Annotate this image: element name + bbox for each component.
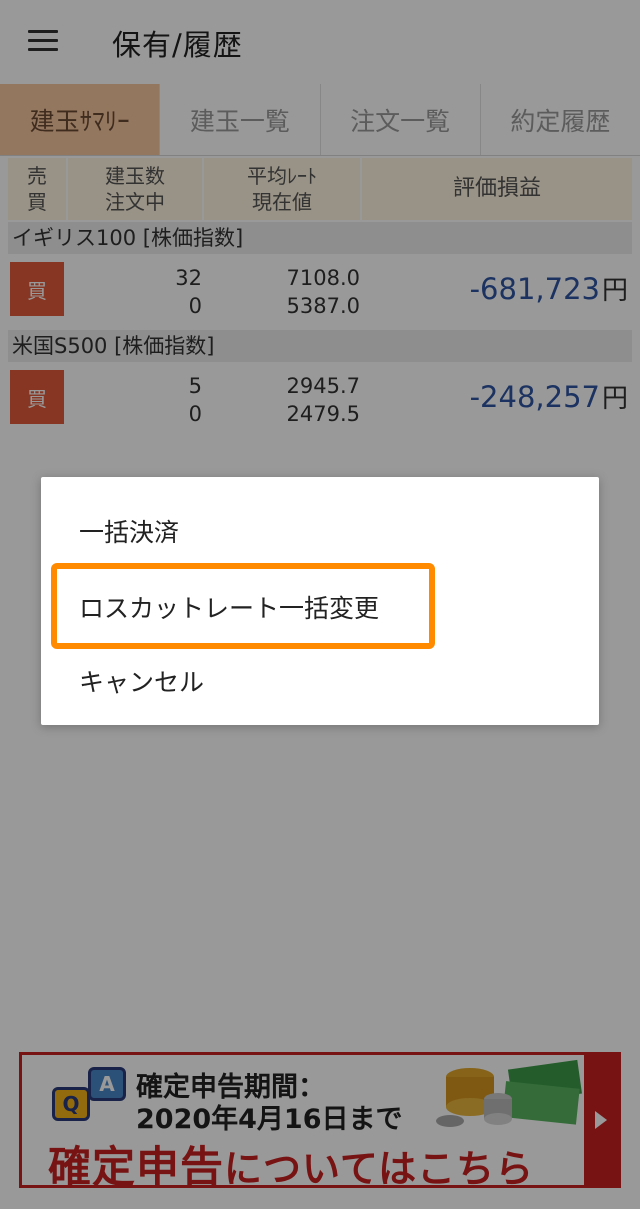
cancel-option[interactable]: キャンセル — [79, 663, 204, 699]
bulk-losscut-change-option[interactable]: ロスカットレート一括変更 — [79, 589, 379, 625]
bulk-settle-option[interactable]: 一括決済 — [79, 513, 179, 549]
action-dialog: 一括決済 ロスカットレート一括変更 キャンセル — [41, 477, 599, 725]
